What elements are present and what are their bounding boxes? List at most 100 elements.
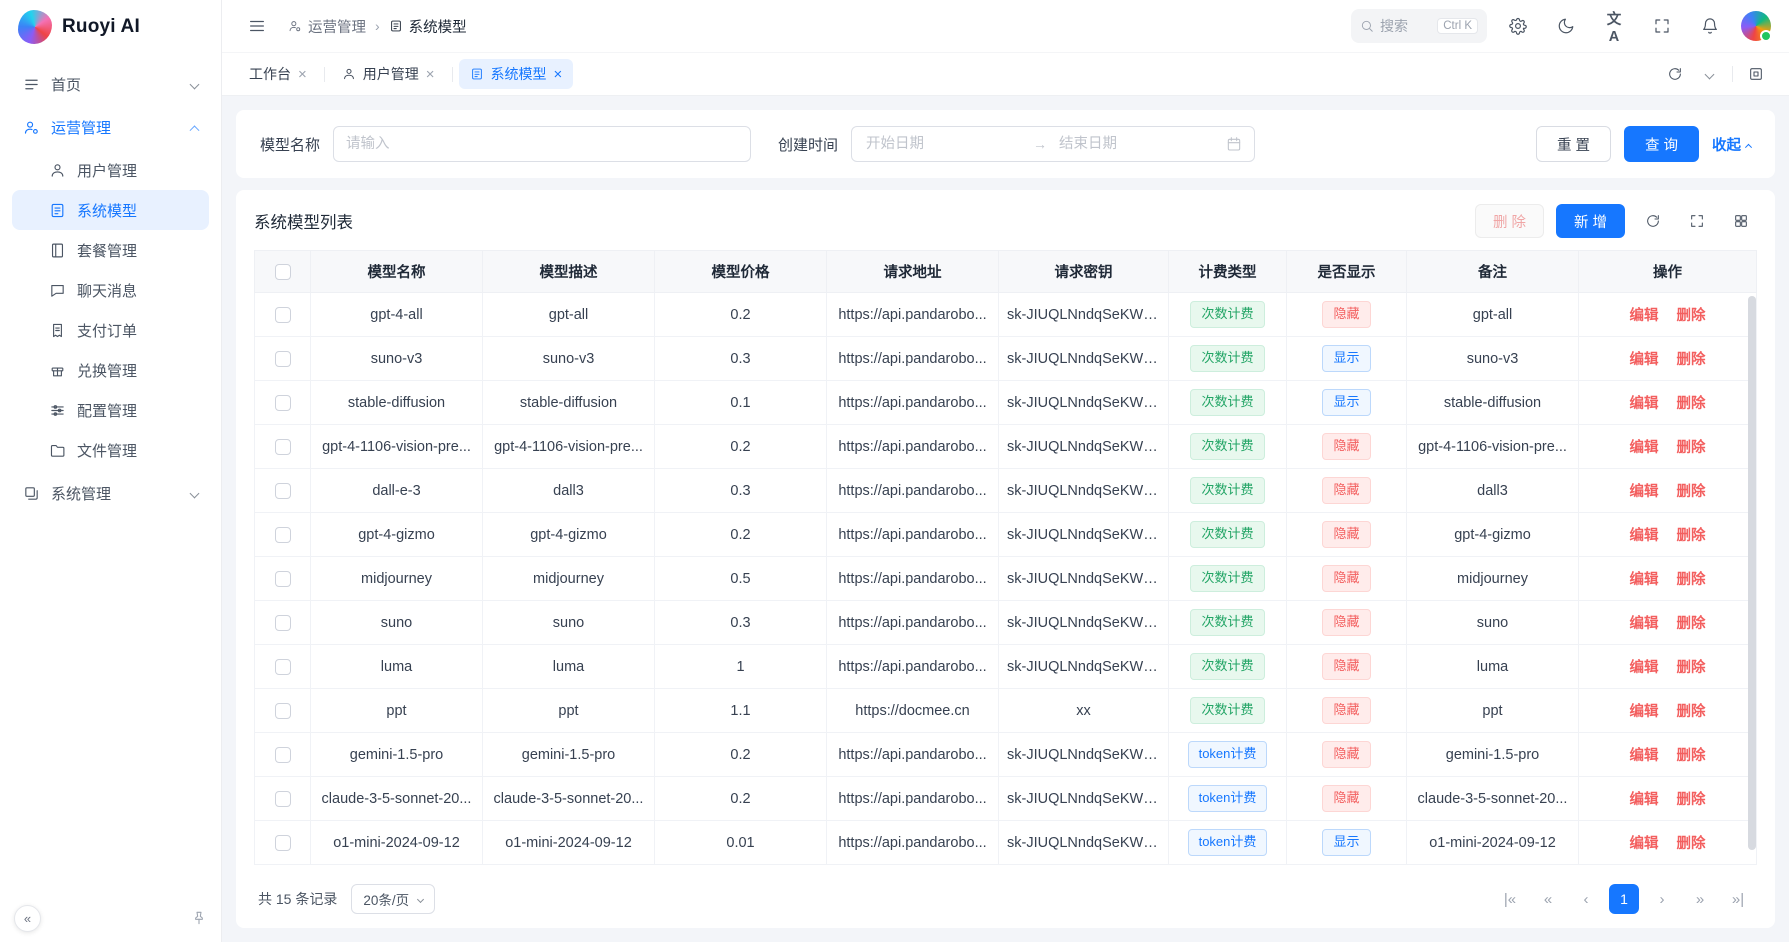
sidebar-item-package-management[interactable]: 套餐管理 [12,230,209,270]
tab-options-button[interactable] [1692,57,1726,91]
row-checkbox[interactable] [275,395,291,411]
sidebar-item-home[interactable]: 首页 [12,64,209,104]
date-range-picker[interactable]: → [851,126,1255,162]
query-button[interactable]: 查 询 [1624,126,1699,162]
edit-link[interactable]: 编辑 [1630,748,1659,764]
notifications-button[interactable] [1693,9,1727,43]
refresh-tab-button[interactable] [1658,57,1692,91]
logo[interactable]: Ruoyi AI [0,0,221,54]
row-checkbox[interactable] [275,483,291,499]
column-header-model-name[interactable]: 模型名称 [311,251,483,293]
edit-link[interactable]: 编辑 [1630,352,1659,368]
pin-icon[interactable] [191,910,207,926]
breadcrumb-item-operations[interactable]: 运营管理 [288,16,366,37]
row-checkbox[interactable] [275,307,291,323]
edit-link[interactable]: 编辑 [1630,396,1659,412]
close-icon[interactable]: × [426,67,435,82]
delete-link[interactable]: 删除 [1677,396,1706,412]
column-header-model-price[interactable]: 模型价格 [655,251,827,293]
tab-system-model[interactable]: 系统模型 × [459,59,574,89]
pager-page-1-button[interactable]: 1 [1609,884,1639,914]
pager-prev-group-button[interactable]: « [1533,884,1563,914]
delete-link[interactable]: 删除 [1677,616,1706,632]
row-checkbox[interactable] [275,615,291,631]
column-header-remark[interactable]: 备注 [1407,251,1579,293]
row-checkbox[interactable] [275,703,291,719]
edit-link[interactable]: 编辑 [1630,792,1659,808]
tab-user-management[interactable]: 用户管理 × [331,59,446,89]
column-header-visibility[interactable]: 是否显示 [1287,251,1407,293]
delete-link[interactable]: 删除 [1677,660,1706,676]
language-button[interactable]: 文A [1597,9,1631,43]
edit-link[interactable]: 编辑 [1630,616,1659,632]
row-checkbox[interactable] [275,835,291,851]
delete-link[interactable]: 删除 [1677,704,1706,720]
batch-delete-button[interactable]: 删 除 [1475,204,1544,238]
edit-link[interactable]: 编辑 [1630,836,1659,852]
sidebar-item-chat-messages[interactable]: 聊天消息 [12,270,209,310]
content-fullscreen-button[interactable] [1739,57,1773,91]
column-settings-button[interactable] [1725,205,1757,237]
edit-link[interactable]: 编辑 [1630,704,1659,720]
sidebar-item-file-management[interactable]: 文件管理 [12,430,209,470]
edit-link[interactable]: 编辑 [1630,308,1659,324]
row-checkbox[interactable] [275,791,291,807]
row-checkbox[interactable] [275,747,291,763]
dark-mode-button[interactable] [1549,9,1583,43]
delete-link[interactable]: 删除 [1677,528,1706,544]
edit-link[interactable]: 编辑 [1630,484,1659,500]
row-checkbox[interactable] [275,351,291,367]
select-all-checkbox[interactable] [275,264,291,280]
row-checkbox[interactable] [275,659,291,675]
pager-next-group-button[interactable]: » [1685,884,1715,914]
reset-button[interactable]: 重 置 [1536,126,1611,162]
delete-link[interactable]: 删除 [1677,748,1706,764]
sidebar-toggle-button[interactable] [240,9,274,43]
close-icon[interactable]: × [298,67,307,82]
edit-link[interactable]: 编辑 [1630,660,1659,676]
column-header-model-desc[interactable]: 模型描述 [483,251,655,293]
delete-link[interactable]: 删除 [1677,308,1706,324]
sidebar-collapse-button[interactable]: « [14,905,41,932]
delete-link[interactable]: 删除 [1677,440,1706,456]
tab-workbench[interactable]: 工作台 × [238,59,318,89]
row-checkbox[interactable] [275,571,291,587]
breadcrumb-item-system-model[interactable]: 系统模型 [389,16,467,37]
edit-link[interactable]: 编辑 [1630,572,1659,588]
pager-first-button[interactable]: |« [1495,884,1525,914]
close-icon[interactable]: × [554,67,563,82]
pager-prev-button[interactable]: ‹ [1571,884,1601,914]
column-header-request-url[interactable]: 请求地址 [827,251,999,293]
settings-button[interactable] [1501,9,1535,43]
add-button[interactable]: 新 增 [1556,204,1625,238]
sidebar-item-system-model[interactable]: 系统模型 [12,190,209,230]
global-search[interactable]: 搜索 Ctrl K [1351,9,1487,43]
edit-link[interactable]: 编辑 [1630,528,1659,544]
collapse-filter-link[interactable]: 收起 [1712,134,1751,155]
sidebar-item-system-management[interactable]: 系统管理 [12,473,209,513]
row-checkbox[interactable] [275,527,291,543]
delete-link[interactable]: 删除 [1677,572,1706,588]
pager-last-button[interactable]: »| [1723,884,1753,914]
refresh-table-button[interactable] [1637,205,1669,237]
sidebar-item-operations[interactable]: 运营管理 [12,107,209,147]
sidebar-item-redeem-management[interactable]: 兑换管理 [12,350,209,390]
page-size-select[interactable]: 20条/页 [351,884,435,914]
sidebar-item-user-management[interactable]: 用户管理 [12,150,209,190]
row-checkbox[interactable] [275,439,291,455]
delete-link[interactable]: 删除 [1677,484,1706,500]
fullscreen-button[interactable] [1645,9,1679,43]
edit-link[interactable]: 编辑 [1630,440,1659,456]
sidebar-item-payment-orders[interactable]: 支付订单 [12,310,209,350]
delete-link[interactable]: 删除 [1677,792,1706,808]
user-avatar[interactable] [1741,11,1771,41]
sidebar-item-config-management[interactable]: 配置管理 [12,390,209,430]
model-name-input[interactable] [333,126,751,162]
start-date-input[interactable] [864,135,1023,153]
table-scrollbar[interactable] [1748,296,1756,850]
column-header-request-key[interactable]: 请求密钥 [999,251,1169,293]
delete-link[interactable]: 删除 [1677,836,1706,852]
column-header-billing-type[interactable]: 计费类型 [1169,251,1287,293]
pager-next-button[interactable]: › [1647,884,1677,914]
delete-link[interactable]: 删除 [1677,352,1706,368]
